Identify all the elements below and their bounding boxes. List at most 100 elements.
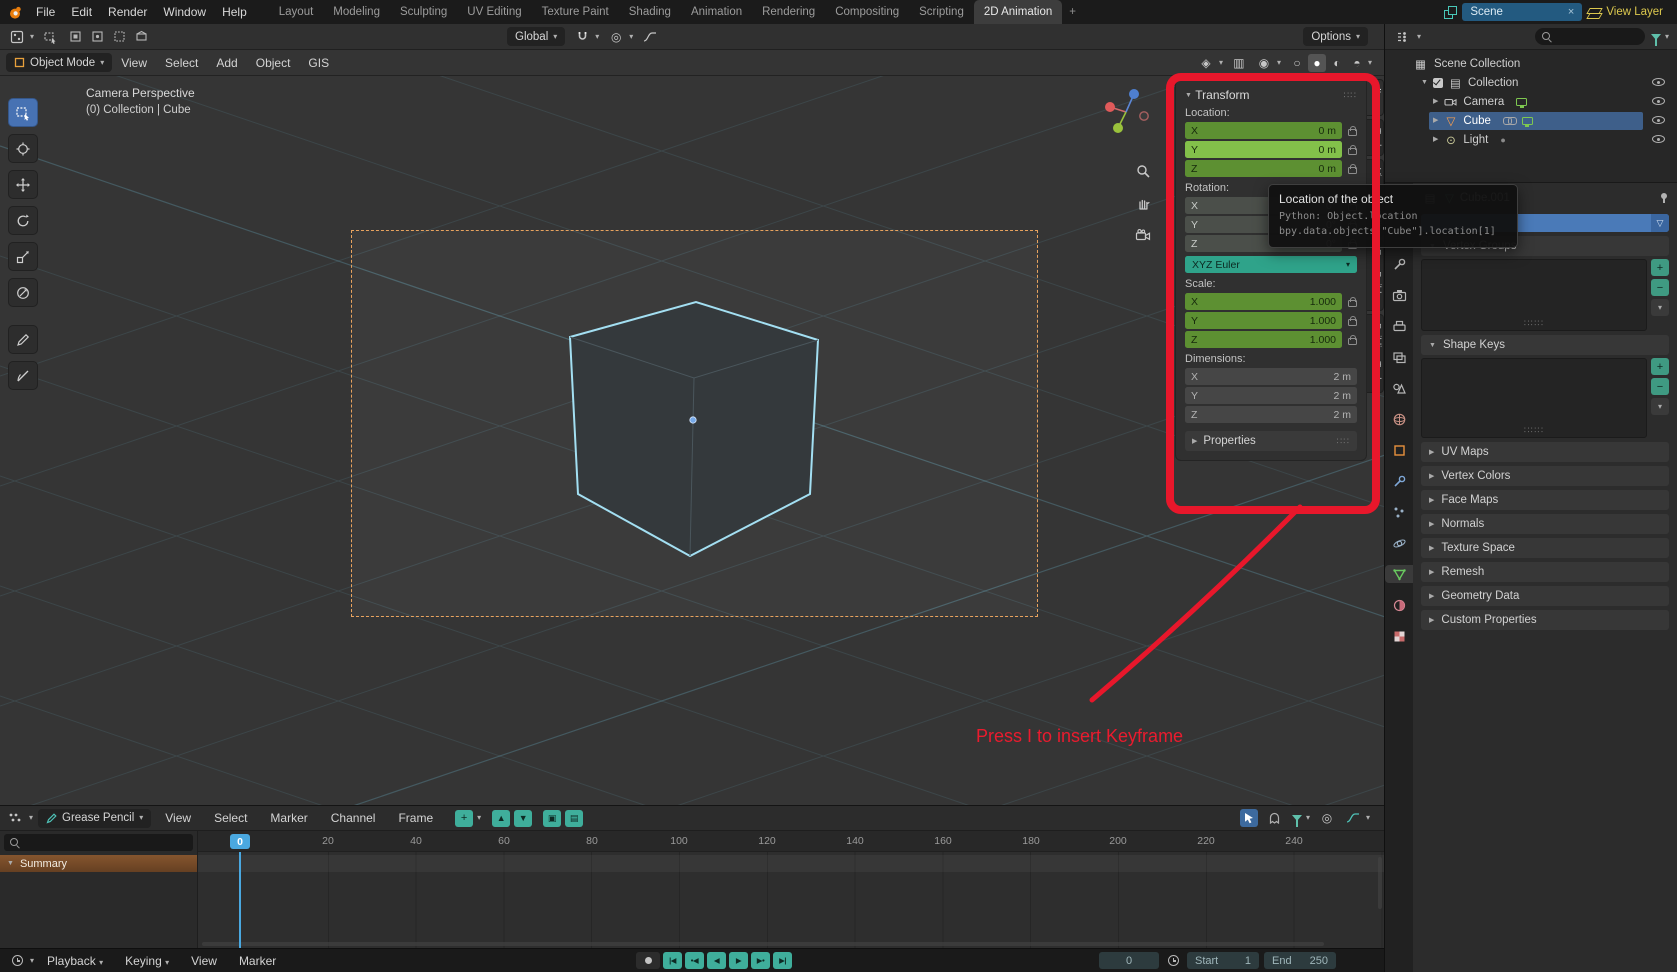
panel-grip-icon[interactable]: ∷∷ — [1344, 90, 1357, 101]
normals-panel-header[interactable]: ▶ Normals — [1421, 514, 1669, 534]
ds-menu-frame[interactable]: Frame — [389, 811, 442, 825]
location-x-field[interactable]: X0 m — [1185, 122, 1342, 139]
workspace-tab-animation[interactable]: Animation — [681, 0, 752, 24]
shape-key-specials-button[interactable]: ▾ — [1651, 398, 1669, 415]
record-button[interactable] — [636, 952, 660, 969]
outliner-search-input[interactable] — [1534, 28, 1645, 45]
shading-wireframe-icon[interactable]: ○ — [1288, 54, 1306, 72]
3d-viewport[interactable]: Camera Perspective (0) Collection | Cube — [0, 76, 1384, 805]
lock-scale-z-icon[interactable] — [1348, 334, 1357, 345]
cube-link-icon[interactable] — [1502, 117, 1517, 125]
add-keyframe-button[interactable]: + — [455, 809, 474, 827]
lock-location-z-icon[interactable] — [1348, 163, 1357, 174]
playhead-line[interactable] — [239, 852, 241, 948]
face-maps-panel-header[interactable]: ▶ Face Maps — [1421, 490, 1669, 510]
light-data-icon[interactable]: ● — [1500, 135, 1505, 145]
workspace-tab-texture-paint[interactable]: Texture Paint — [532, 0, 619, 24]
workspace-tab-modeling[interactable]: Modeling — [323, 0, 390, 24]
channel-down-button[interactable]: ▼ — [514, 809, 533, 827]
proportional-caret-icon[interactable]: ▾ — [629, 32, 633, 41]
workspace-tab-scripting[interactable]: Scripting — [909, 0, 974, 24]
transform-tool-button[interactable] — [8, 278, 38, 307]
ds-menu-channel[interactable]: Channel — [322, 811, 385, 825]
vertex-colors-panel-header[interactable]: ▶ Vertex Colors — [1421, 466, 1669, 486]
menu-window[interactable]: Window — [155, 0, 214, 24]
viewport-menu-object[interactable]: Object — [247, 56, 300, 70]
viewport-menu-select[interactable]: Select — [156, 56, 207, 70]
play-button[interactable]: ▶ — [729, 952, 748, 969]
texture-space-panel-header[interactable]: ▶ Texture Space — [1421, 538, 1669, 558]
outliner-row-collection[interactable]: ▼ ▤ Collection — [1385, 73, 1677, 92]
show-hidden-toggle[interactable] — [1266, 809, 1284, 827]
shape-key-add-button[interactable]: + — [1651, 358, 1669, 375]
pin-id-icon[interactable] — [1659, 192, 1669, 204]
gizmos-caret-icon[interactable]: ▾ — [1219, 58, 1223, 67]
outliner-row-scene-collection[interactable]: ▦ Scene Collection — [1385, 54, 1677, 73]
tab-material-icon[interactable] — [1385, 596, 1413, 614]
playbar-menu-view[interactable]: View — [182, 954, 226, 968]
shading-solid-icon[interactable]: ● — [1307, 53, 1326, 72]
dope-sheet-mode-dropdown[interactable]: Grease Pencil ▾ — [38, 808, 152, 828]
select-box-tool-button[interactable] — [8, 98, 38, 127]
location-y-field[interactable]: Y0 m — [1185, 141, 1342, 158]
tab-tool-icon[interactable] — [1385, 255, 1413, 273]
select-mode-4-icon[interactable] — [132, 28, 150, 46]
current-frame-field[interactable]: 0 — [1099, 952, 1159, 969]
remesh-panel-header[interactable]: ▶ Remesh — [1421, 562, 1669, 582]
lock-location-x-icon[interactable] — [1348, 125, 1357, 136]
workspace-tab-compositing[interactable]: Compositing — [825, 0, 909, 24]
editor-type-caret-icon[interactable]: ▾ — [30, 32, 34, 41]
keyframe-tracks[interactable] — [198, 852, 1384, 948]
tab-object-icon[interactable] — [1385, 441, 1413, 459]
lock-scale-y-icon[interactable] — [1348, 315, 1357, 326]
outliner-editor-icon[interactable] — [1393, 28, 1411, 46]
add-keyframe-caret-icon[interactable]: ▾ — [477, 814, 481, 822]
collection-checkbox[interactable] — [1432, 77, 1443, 88]
workspace-tab-rendering[interactable]: Rendering — [752, 0, 825, 24]
playbar-menu-marker[interactable]: Marker — [230, 954, 285, 968]
light-disclosure-icon[interactable]: ▶ — [1433, 136, 1438, 143]
rotation-mode-dropdown[interactable]: XYZ Euler ▾ — [1185, 256, 1357, 273]
location-z-field[interactable]: Z0 m — [1185, 160, 1342, 177]
cursor-tool-button[interactable] — [8, 134, 38, 163]
fake-user-icon[interactable]: ▽ — [1651, 214, 1669, 232]
lock-location-y-icon[interactable] — [1348, 144, 1357, 155]
shape-keys-panel-header[interactable]: ▼ Shape Keys — [1421, 335, 1669, 355]
scene-selector[interactable]: Scene × — [1462, 3, 1583, 21]
editor-caret-icon[interactable]: ▾ — [29, 814, 33, 822]
tab-object-data-icon[interactable] — [1385, 565, 1413, 583]
menu-help[interactable]: Help — [214, 0, 255, 24]
dimensions-x-field[interactable]: X2 m — [1185, 368, 1357, 385]
tab-scene-icon[interactable] — [1385, 379, 1413, 397]
viewport-menu-gis[interactable]: GIS — [299, 56, 338, 70]
camera-view-icon[interactable] — [1134, 226, 1152, 244]
next-keyframe-button[interactable]: ▶• — [751, 952, 770, 969]
scale-x-field[interactable]: X 1.000 — [1185, 293, 1342, 310]
tab-output-icon[interactable] — [1385, 317, 1413, 335]
light-visibility-icon[interactable] — [1652, 135, 1665, 143]
editor-type-icon[interactable] — [8, 28, 26, 46]
mode-dropdown[interactable]: Object Mode ▾ — [6, 53, 113, 72]
playback-dropdown[interactable]: Playback ▾ — [38, 954, 112, 968]
channel-search-input[interactable] — [4, 834, 193, 851]
uv-maps-panel-header[interactable]: ▶ UV Maps — [1421, 442, 1669, 462]
shape-keys-list[interactable]: ∷∷∷ — [1421, 358, 1647, 438]
move-tool-button[interactable] — [8, 170, 38, 199]
show-selected-only-toggle[interactable] — [1239, 809, 1258, 827]
sidebar-tab-item[interactable]: Item — [1367, 79, 1384, 117]
snap-magnet-icon[interactable] — [573, 28, 591, 46]
transform-orientation-dropdown[interactable]: Global ▾ — [507, 27, 566, 46]
sidebar-tab-building-tools[interactable]: Building Tools — [1367, 313, 1384, 394]
frame-end-field[interactable]: End 250 — [1264, 952, 1336, 969]
falloff-curve-icon[interactable] — [641, 28, 659, 46]
scale-tool-button[interactable] — [8, 242, 38, 271]
outliner-filter-icon[interactable] — [1650, 33, 1661, 46]
workspace-tab-sculpting[interactable]: Sculpting — [390, 0, 457, 24]
interpolation-curve-icon[interactable] — [1344, 809, 1362, 827]
menu-edit[interactable]: Edit — [63, 0, 100, 24]
outliner-row-camera[interactable]: ▶ Camera — [1385, 92, 1677, 111]
outliner-filter-caret-icon[interactable]: ▾ — [1665, 32, 1669, 41]
keying-dropdown[interactable]: Keying ▾ — [116, 954, 178, 968]
pan-hand-icon[interactable] — [1134, 194, 1152, 212]
use-preview-range-icon[interactable] — [1164, 952, 1182, 970]
